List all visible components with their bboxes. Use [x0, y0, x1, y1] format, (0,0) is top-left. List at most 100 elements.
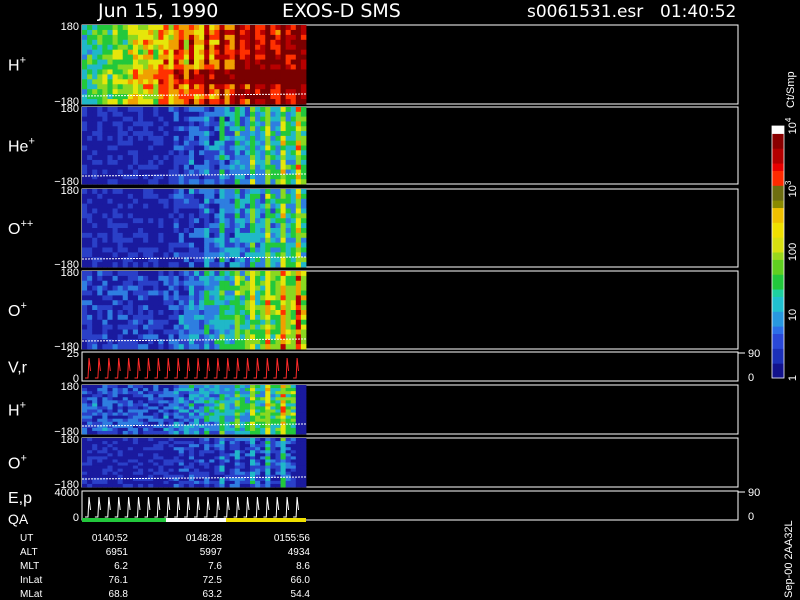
cell-h-plus-2 [178, 400, 185, 404]
cell-o-pp [107, 228, 113, 234]
cell-o-pp [239, 252, 246, 258]
cell-o-plus-2 [178, 456, 185, 460]
cell-h-plus-2 [244, 412, 251, 417]
cell-o-plus-2 [239, 465, 246, 470]
cell-he-plus [168, 145, 175, 151]
cell-o-plus-2 [244, 471, 251, 476]
cell-o-plus-1 [260, 285, 266, 291]
cell-he-plus [204, 131, 210, 137]
cell-he-plus [132, 121, 139, 127]
cell-h-plus-2 [178, 418, 185, 423]
cell-h-plus-2 [163, 400, 169, 404]
cell-o-plus-2 [209, 483, 215, 488]
cell-he-plus [209, 164, 215, 170]
cell-he-plus [107, 150, 113, 156]
cell-o-plus-2 [300, 450, 307, 454]
cell-o-pp [219, 242, 225, 248]
cell-o-pp [260, 213, 266, 219]
cell-o-plus-1 [224, 285, 231, 291]
cell-o-plus-2 [158, 483, 164, 488]
cell-o-pp [214, 213, 220, 219]
cell-o-plus-2 [127, 441, 134, 445]
cell-o-plus-2 [188, 447, 195, 451]
cell-o-plus-2 [290, 468, 297, 473]
cell-o-plus-2 [214, 471, 220, 476]
cell-h-plus-1 [148, 99, 154, 105]
cell-o-pp [255, 208, 261, 214]
cell-o-pp [173, 198, 180, 205]
cell-h-plus-2 [127, 403, 134, 407]
cell-h-plus-2 [163, 394, 169, 398]
panel-o-pp: 180−180O++ [8, 185, 739, 271]
cell-o-plus-2 [290, 438, 297, 442]
cell-he-plus [244, 140, 251, 146]
cell-h-plus-1 [239, 89, 246, 95]
cell-he-plus [143, 140, 149, 146]
cell-o-plus-1 [255, 295, 261, 301]
cell-h-plus-2 [148, 385, 154, 389]
cell-h-plus-1 [173, 79, 180, 85]
cell-o-plus-2 [178, 453, 185, 457]
cell-o-pp [112, 223, 119, 229]
cell-o-pp [270, 232, 276, 239]
cell-o-plus-1 [107, 334, 113, 340]
cell-o-pp [97, 257, 103, 263]
cell-o-plus-1 [153, 305, 159, 311]
cell-he-plus [168, 131, 175, 137]
cell-h-plus-1 [132, 64, 139, 70]
cell-o-plus-2 [127, 471, 134, 476]
cell-he-plus [244, 164, 251, 170]
cell-h-plus-2 [122, 409, 129, 413]
cell-o-plus-1 [158, 280, 164, 287]
cell-o-plus-2 [234, 468, 241, 473]
cell-o-plus-2 [275, 465, 281, 470]
cell-o-pp [188, 223, 195, 229]
cell-o-plus-2 [300, 471, 307, 476]
cell-he-plus [234, 150, 241, 156]
cell-o-pp [82, 232, 88, 239]
cell-o-plus-1 [178, 344, 185, 350]
cell-o-plus-2 [117, 462, 124, 466]
cell-o-plus-2 [153, 453, 159, 457]
cell-o-plus-2 [290, 450, 297, 454]
cell-he-plus [229, 169, 236, 175]
cell-o-plus-2 [295, 459, 302, 463]
cell-h-plus-2 [117, 400, 124, 404]
cell-o-plus-1 [163, 314, 169, 321]
cell-he-plus [132, 145, 139, 151]
cell-h-plus-1 [234, 64, 241, 70]
cell-h-plus-1 [239, 39, 246, 46]
cell-o-plus-1 [280, 344, 287, 350]
cell-h-plus-1 [219, 39, 225, 46]
cell-o-plus-2 [112, 438, 119, 442]
cell-he-plus [138, 135, 144, 142]
cell-h-plus-1 [229, 64, 236, 70]
cell-o-plus-2 [107, 447, 113, 451]
cell-o-pp [214, 223, 220, 229]
cell-o-plus-1 [127, 285, 134, 291]
cell-o-pp [168, 193, 175, 200]
cell-o-plus-2 [132, 474, 139, 479]
cell-o-plus-1 [204, 329, 210, 335]
cell-h-plus-1 [194, 54, 200, 60]
cell-o-plus-2 [153, 459, 159, 463]
cell-he-plus [265, 116, 271, 122]
cell-o-plus-2 [163, 474, 169, 479]
cell-h-plus-2 [102, 400, 108, 404]
cell-he-plus [275, 179, 281, 185]
cell-h-plus-2 [92, 400, 98, 404]
cell-he-plus [158, 140, 164, 146]
cell-h-plus-2 [122, 385, 129, 389]
cell-o-plus-1 [87, 329, 93, 335]
cell-h-plus-1 [260, 94, 266, 100]
cell-h-plus-2 [168, 391, 175, 395]
cell-he-plus [97, 131, 103, 137]
cell-o-plus-1 [285, 329, 292, 335]
cell-h-plus-1 [127, 94, 134, 100]
cell-h-plus-1 [127, 84, 134, 90]
cell-h-plus-2 [224, 427, 231, 432]
cell-o-pp [204, 228, 210, 234]
cell-o-pp [183, 223, 190, 229]
colorbar-tick-exp: 4 [784, 117, 793, 122]
cell-o-pp [224, 228, 231, 234]
